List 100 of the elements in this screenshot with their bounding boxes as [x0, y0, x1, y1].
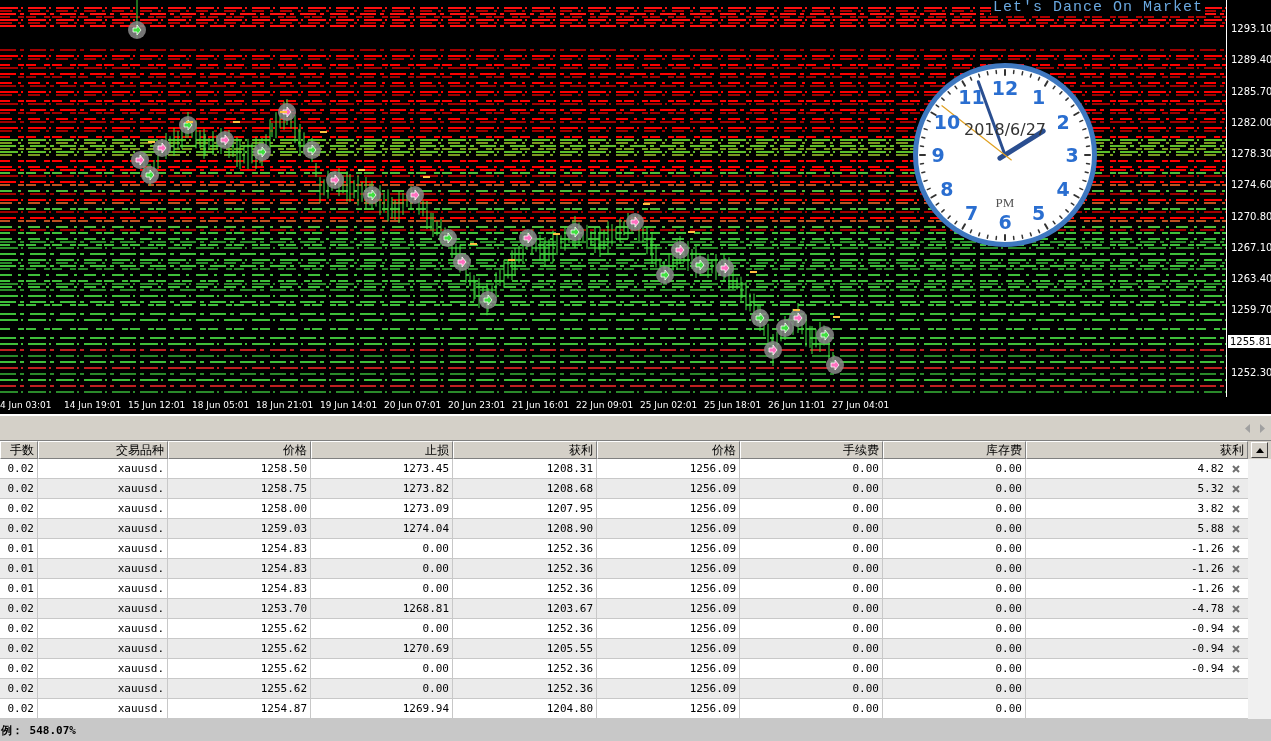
table-cell: -0.94 [1190, 662, 1224, 675]
clock-numeral: 1 [1031, 86, 1046, 108]
table-cell: 1256.09 [597, 499, 740, 518]
table-cell: 1254.83 [168, 559, 311, 578]
table-cell: 5.32 [1197, 482, 1224, 495]
trade-marker [131, 151, 149, 169]
trade-marker [566, 223, 584, 241]
column-header[interactable]: 获利 [1026, 441, 1248, 459]
time-axis-label: 25 Jun 18:01 [704, 399, 763, 412]
column-header[interactable]: 价格 [597, 441, 740, 459]
table-cell: 0.02 [0, 699, 38, 718]
time-axis-label: 15 Jun 12:01 [128, 399, 187, 412]
table-cell: 1256.09 [597, 559, 740, 578]
chart-title: Let's Dance On Market [990, 0, 1205, 16]
trade-marker [141, 166, 159, 184]
column-header[interactable]: 止损 [311, 441, 453, 459]
clock-numeral: 9 [931, 144, 945, 166]
close-icon[interactable] [1232, 624, 1240, 633]
close-icon[interactable] [1232, 524, 1240, 533]
clock-numeral: 8 [940, 177, 954, 200]
table-cell: 1269.94 [311, 699, 453, 718]
table-cell: 0.00 [883, 699, 1026, 718]
trade-marker [253, 143, 271, 161]
table-cell: 0.00 [883, 579, 1026, 598]
trade-marker [826, 356, 844, 374]
trade-marker [153, 139, 171, 157]
table-cell: 0.00 [311, 539, 453, 558]
clock-numeral: 5 [1031, 202, 1046, 224]
close-icon[interactable] [1232, 644, 1240, 653]
table-cell: 0.00 [883, 499, 1026, 518]
table-cell: -0.94 [1190, 642, 1224, 655]
table-cell: 1256.09 [597, 679, 740, 698]
column-header[interactable]: 库存费 [883, 441, 1026, 459]
close-icon[interactable] [1232, 664, 1240, 673]
table-cell: 1208.31 [453, 459, 597, 478]
table-cell: 1252.36 [453, 679, 597, 698]
table-cell: xauusd. [38, 479, 168, 498]
clock-numeral: 3 [1065, 144, 1079, 166]
table-cell: xauusd. [38, 599, 168, 618]
trade-marker [751, 309, 769, 327]
close-icon[interactable] [1232, 464, 1240, 473]
close-icon[interactable] [1232, 484, 1240, 493]
close-icon[interactable] [1232, 564, 1240, 573]
table-cell: 0.00 [740, 539, 883, 558]
table-cell: 1256.09 [597, 619, 740, 638]
time-axis-label: 21 Jun 16:01 [512, 399, 571, 412]
table-cell: 0.00 [740, 699, 883, 718]
price-axis-label: 1259.70 [1230, 303, 1271, 317]
close-icon[interactable] [1232, 544, 1240, 553]
table-cell: 1208.90 [453, 519, 597, 538]
table-cell: 0.00 [883, 599, 1026, 618]
table-cell: xauusd. [38, 519, 168, 538]
close-icon[interactable] [1232, 584, 1240, 593]
table-cell: 0.01 [0, 539, 38, 558]
table-cell: 1273.82 [311, 479, 453, 498]
table-cell: xauusd. [38, 639, 168, 658]
column-header[interactable]: 手续费 [740, 441, 883, 459]
trade-marker [789, 309, 807, 327]
clock-numeral: 12 [991, 77, 1019, 99]
table-cell: 1258.50 [168, 459, 311, 478]
column-header[interactable]: 手数 [0, 441, 38, 459]
table-cell: 0.02 [0, 499, 38, 518]
table-cell: 1256.09 [597, 579, 740, 598]
table-cell: -1.26 [1190, 562, 1224, 575]
column-header[interactable]: 获利 [453, 441, 597, 459]
trade-marker [691, 256, 709, 274]
table-cell: 1254.87 [168, 699, 311, 718]
column-header[interactable]: 交易品种 [38, 441, 168, 459]
table-cell: 1252.36 [453, 559, 597, 578]
table-cell: 0.00 [740, 559, 883, 578]
clock-numeral: 6 [998, 211, 1012, 233]
table-cell: xauusd. [38, 659, 168, 678]
trade-marker [816, 326, 834, 344]
close-icon[interactable] [1232, 604, 1240, 613]
table-cell: 1255.62 [168, 679, 311, 698]
price-axis-label: 1285.70 [1230, 84, 1271, 98]
margin-level-text: 例： 548.07% [0, 722, 76, 738]
scroll-up-button[interactable] [1251, 442, 1268, 458]
table-cell: 0.00 [883, 619, 1026, 638]
table-cell: 0.00 [883, 639, 1026, 658]
up-arrow-icon [1255, 447, 1264, 453]
price-axis-label: 1282.00 [1230, 115, 1271, 129]
table-cell: 1204.80 [453, 699, 597, 718]
close-icon[interactable] [1232, 504, 1240, 513]
time-axis-label: 19 Jun 14:01 [320, 399, 379, 412]
price-axis-label: 1278.30 [1230, 147, 1271, 160]
trade-marker [671, 241, 689, 259]
table-cell: 1256.09 [597, 519, 740, 538]
table-cell: 0.00 [883, 659, 1026, 678]
column-header[interactable]: 价格 [168, 441, 311, 459]
table-cell: 0.00 [311, 679, 453, 698]
clock-numeral: 7 [964, 202, 979, 224]
table-cell: 0.00 [740, 519, 883, 538]
table-cell: xauusd. [38, 619, 168, 638]
scrollbar-track[interactable] [1248, 459, 1271, 719]
table-cell: 0.00 [740, 619, 883, 638]
table-cell: 1254.83 [168, 539, 311, 558]
table-cell: 1207.95 [453, 499, 597, 518]
current-price-label: 1255.81 [1228, 334, 1271, 348]
table-cell: xauusd. [38, 539, 168, 558]
